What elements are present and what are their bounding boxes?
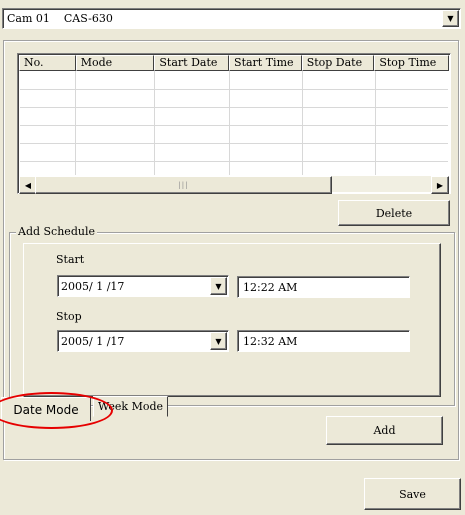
grid-column-line [229, 71, 230, 175]
schedule-list[interactable]: No. Mode Start Date Start Time Stop Date… [17, 53, 451, 194]
column-header-stop-date[interactable]: Stop Date [301, 55, 375, 71]
grid-column-line [375, 71, 376, 175]
add-button[interactable]: Add [326, 416, 443, 445]
tab-panel-date-mode [23, 243, 441, 397]
start-time-field[interactable]: 12:22 AM [237, 276, 410, 298]
camera-select[interactable]: Cam 01 CAS-630 ▼ [2, 8, 461, 29]
add-schedule-label: Add Schedule [16, 225, 97, 238]
grid-line [20, 107, 448, 108]
chevron-down-icon[interactable]: ▼ [210, 332, 227, 350]
stop-time-value: 12:32 AM [243, 335, 298, 348]
start-label: Start [56, 253, 85, 266]
grid-line [20, 161, 448, 162]
grid-line [20, 125, 448, 126]
scrollbar-thumb[interactable]: ||| [35, 176, 332, 194]
start-date-value: 2005/ 1 /17 [61, 280, 125, 293]
column-header-mode[interactable]: Mode [75, 55, 155, 71]
start-time-value: 12:22 AM [243, 281, 298, 294]
grid-line [20, 89, 448, 90]
tab-week-mode[interactable]: Week Mode [93, 396, 168, 417]
chevron-down-icon[interactable]: ▼ [210, 277, 227, 295]
chevron-down-icon[interactable]: ▼ [442, 10, 459, 27]
column-header-stop-time[interactable]: Stop Time [374, 55, 449, 71]
stop-label: Stop [56, 310, 82, 323]
save-button[interactable]: Save [364, 478, 461, 510]
arrow-right-icon[interactable]: ▶ [431, 176, 449, 194]
grid-column-line [302, 71, 303, 175]
tab-date-mode[interactable]: Date Mode [1, 397, 91, 421]
camera-select-value: Cam 01 CAS-630 [7, 12, 113, 25]
grid-line [20, 143, 448, 144]
column-header-start-time[interactable]: Start Time [229, 55, 302, 71]
stop-date-picker[interactable]: 2005/ 1 /17 ▼ [57, 330, 229, 352]
stop-time-field[interactable]: 12:32 AM [237, 330, 410, 352]
delete-button[interactable]: Delete [338, 200, 450, 226]
stop-date-value: 2005/ 1 /17 [61, 335, 125, 348]
horizontal-scrollbar[interactable]: ◀ ||| ▶ [19, 176, 449, 194]
start-date-picker[interactable]: 2005/ 1 /17 ▼ [57, 275, 229, 297]
grid-column-line [154, 71, 155, 175]
table-header: No. Mode Start Date Start Time Stop Date… [19, 55, 449, 71]
grid-column-line [75, 71, 76, 175]
column-header-no[interactable]: No. [19, 55, 76, 71]
column-header-start-date[interactable]: Start Date [154, 55, 230, 71]
